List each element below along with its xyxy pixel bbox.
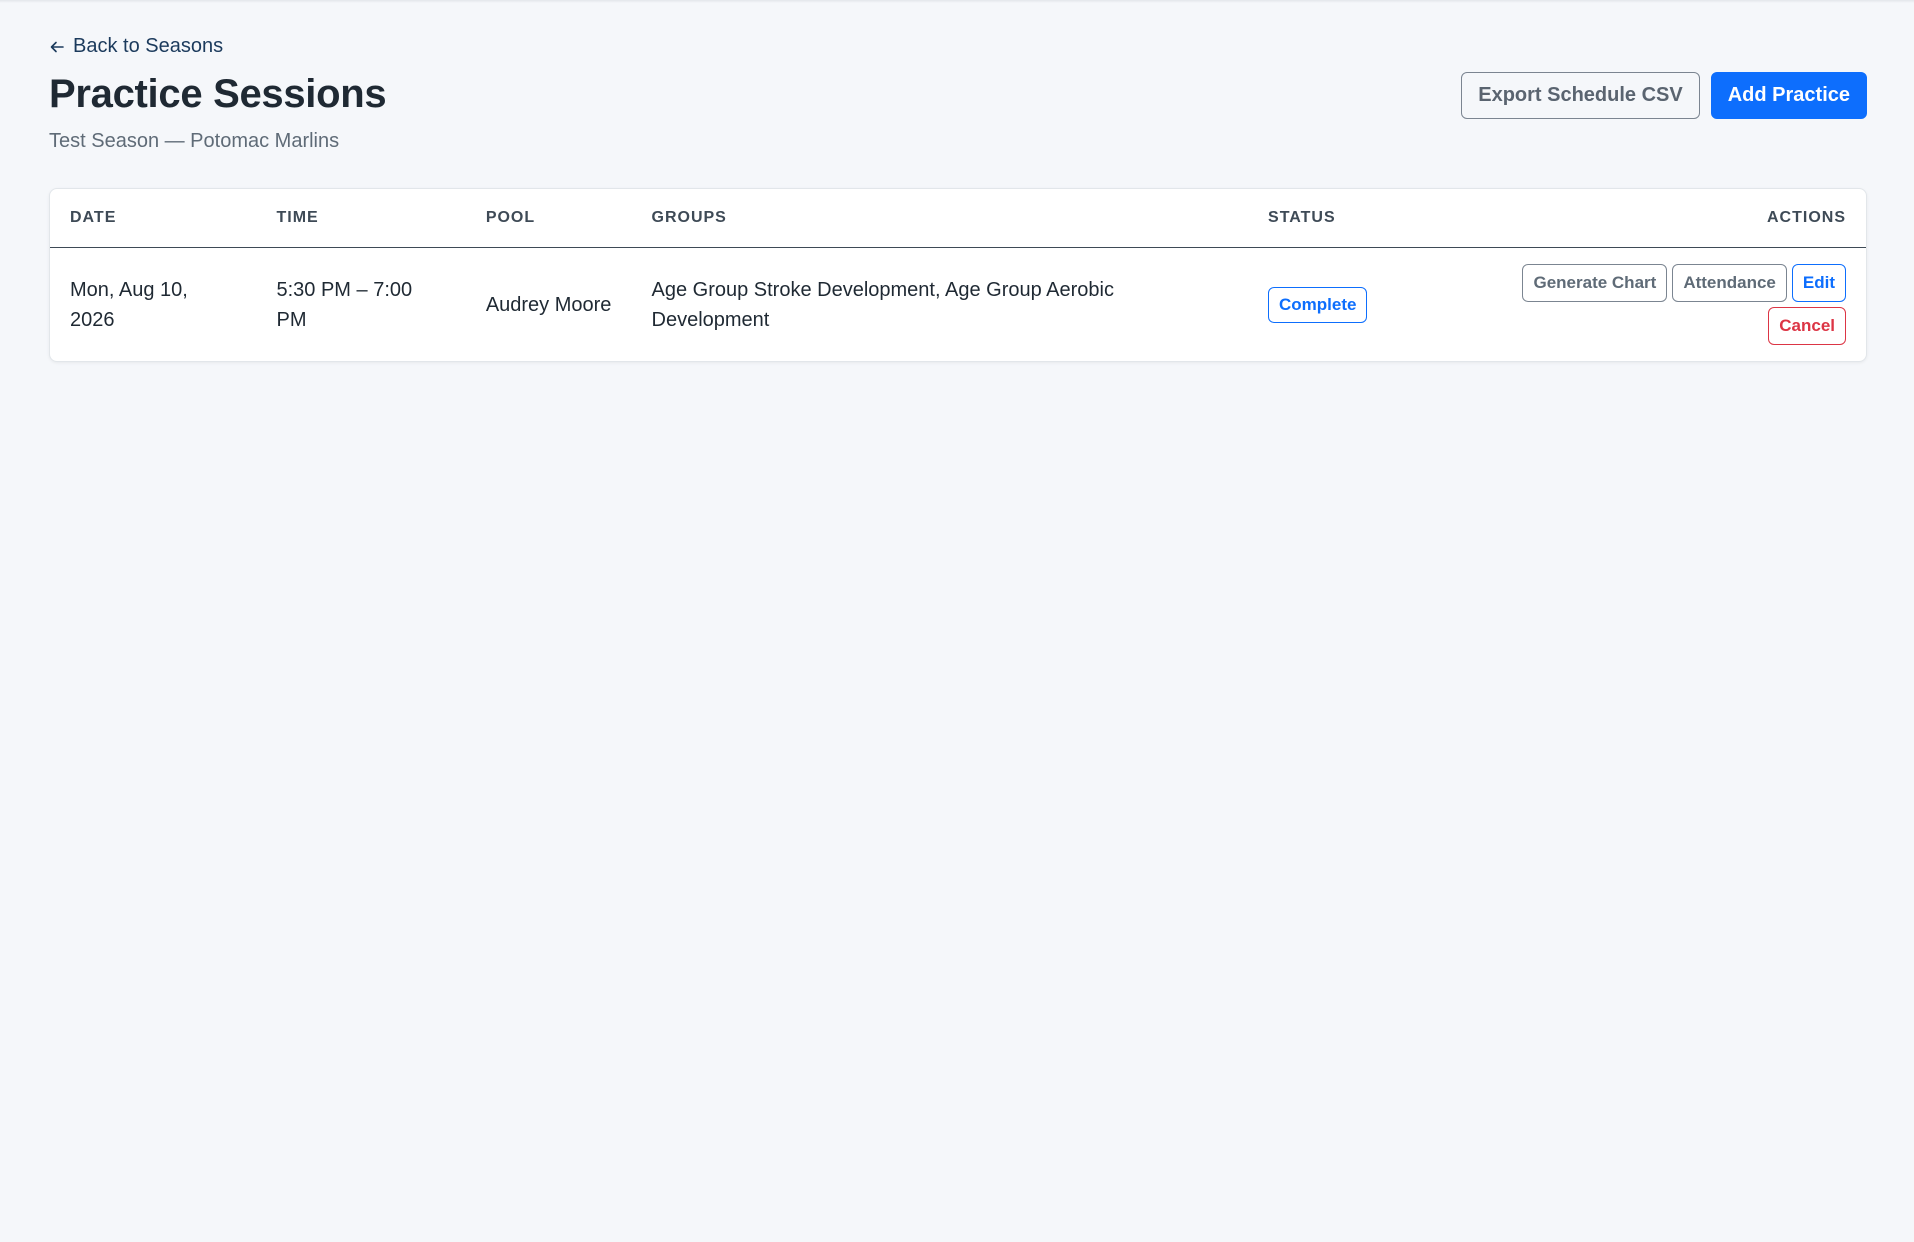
cell-pool: Audrey Moore: [485, 293, 612, 316]
column-header-pool: POOL: [465, 189, 632, 248]
add-practice-button[interactable]: Add Practice: [1710, 72, 1867, 119]
column-header-time: TIME: [256, 189, 466, 248]
status-badge: Complete: [1268, 286, 1368, 323]
table-header-row: DATE TIME POOL GROUPS STATUS ACTIONS: [50, 189, 1866, 248]
practice-sessions-table-card: DATE TIME POOL GROUPS STATUS ACTIONS Mon…: [49, 188, 1867, 362]
attendance-button[interactable]: Attendance: [1672, 264, 1787, 302]
page-title: Practice Sessions: [49, 72, 387, 116]
back-link-label: Back to Seasons: [73, 35, 224, 57]
row-actions: Generate Chart Attendance Edit Cancel: [1506, 264, 1846, 345]
topbar-shadow: [0, 0, 1914, 3]
column-header-groups: GROUPS: [631, 189, 1249, 248]
cell-status: Complete: [1248, 248, 1486, 362]
column-header-actions: ACTIONS: [1486, 189, 1866, 248]
cell-groups: Age Group Stroke Development, Age Group …: [651, 278, 1115, 331]
generate-chart-button[interactable]: Generate Chart: [1522, 264, 1668, 302]
column-header-date: DATE: [50, 189, 257, 248]
cell-actions: Generate Chart Attendance Edit Cancel: [1486, 248, 1866, 362]
page-subtitle: Test Season — Potomac Marlins: [49, 130, 340, 152]
edit-button[interactable]: Edit: [1791, 264, 1846, 302]
back-to-seasons-link[interactable]: Back to Seasons: [49, 35, 223, 58]
column-header-status: STATUS: [1248, 189, 1486, 248]
cell-time: 5:30 PM – 7:00 PM: [276, 278, 413, 331]
arrow-left-icon: [50, 41, 64, 52]
table-row: Mon, Aug 10, 2026 5:30 PM – 7:00 PM Audr…: [50, 248, 1866, 362]
cancel-button[interactable]: Cancel: [1768, 307, 1846, 345]
export-schedule-csv-button[interactable]: Export Schedule CSV: [1461, 72, 1700, 119]
practice-sessions-table: DATE TIME POOL GROUPS STATUS ACTIONS Mon…: [50, 189, 1866, 361]
header-actions: Export Schedule CSV Add Practice: [1461, 72, 1867, 119]
cell-date: Mon, Aug 10, 2026: [70, 278, 188, 331]
